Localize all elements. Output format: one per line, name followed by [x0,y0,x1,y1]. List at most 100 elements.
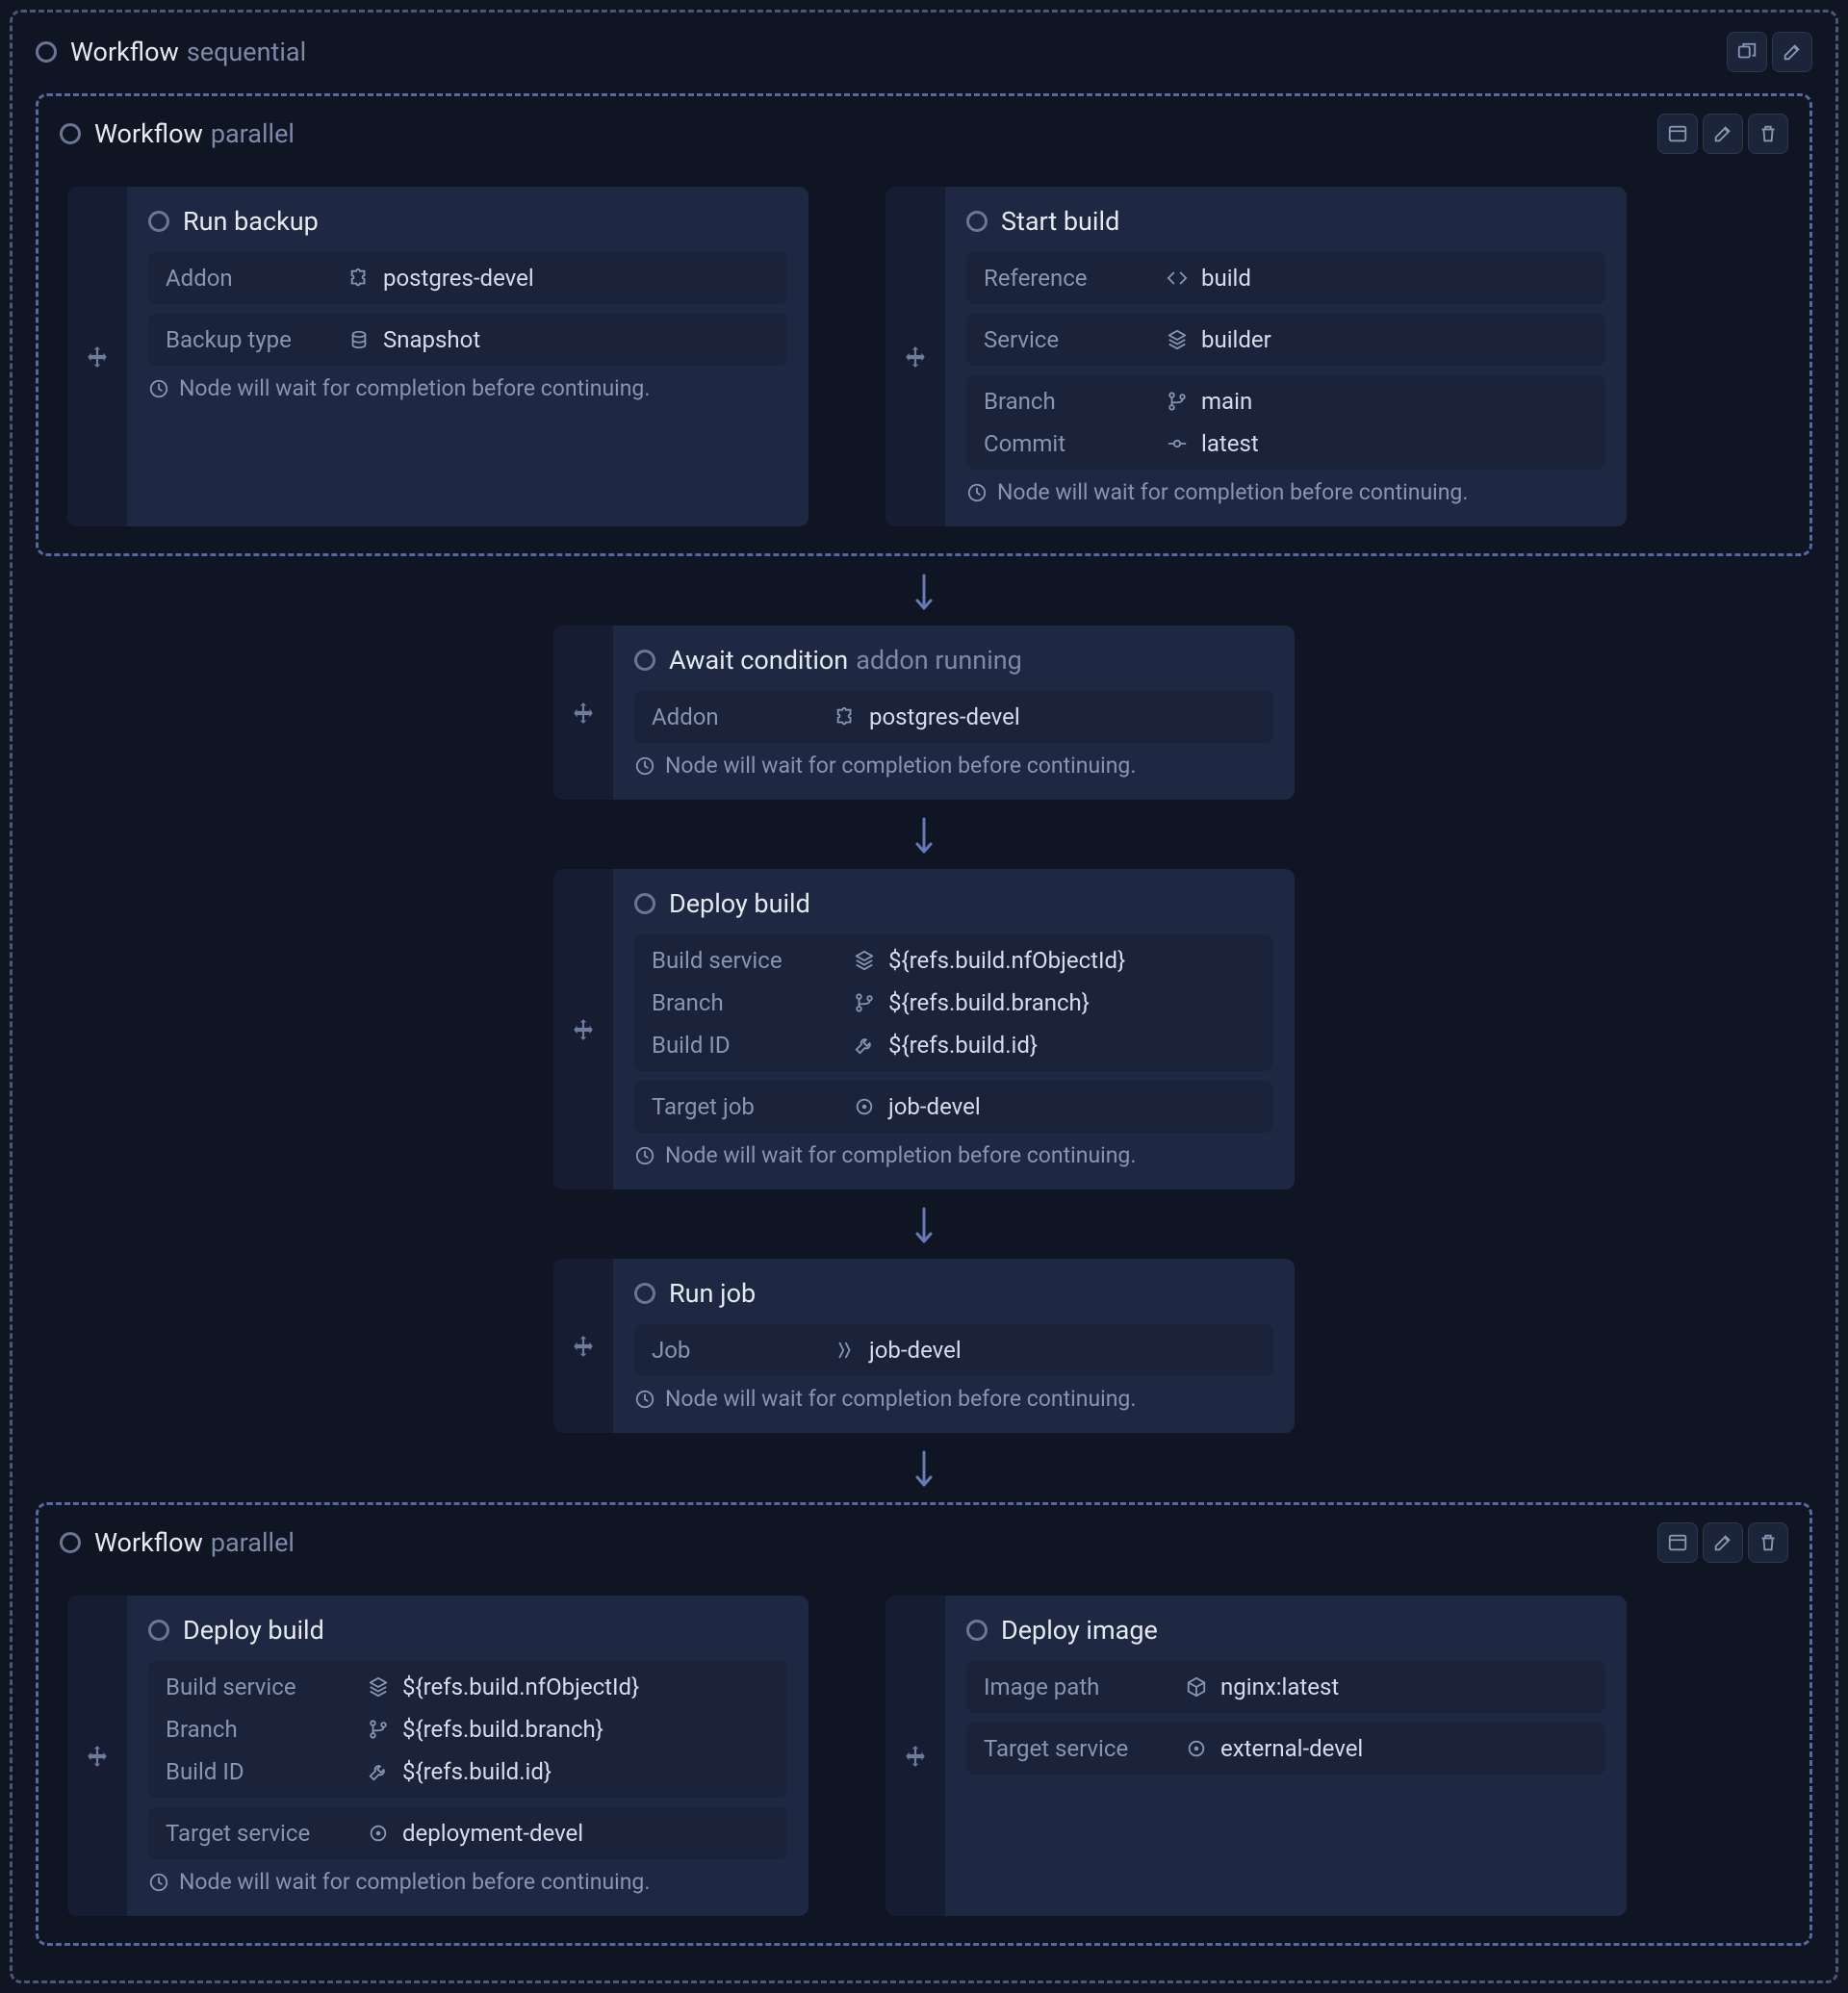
edit-button[interactable] [1703,114,1743,154]
prop-label: Backup type [166,326,348,353]
target-icon [1186,1738,1207,1759]
card-deploy-build-2[interactable]: Deploy build Build service ${refs.build.… [67,1596,808,1916]
workflow-subtitle: sequential [187,37,306,67]
target-icon [854,1096,875,1117]
commit-icon [1167,433,1188,454]
workflow-subtitle: parallel [211,1527,295,1558]
prop-value: ${refs.build.id} [402,1758,552,1785]
prop-value: ${refs.build.branch} [888,989,1090,1016]
prop-value: Snapshot [383,326,480,353]
status-ring-icon [634,1283,655,1304]
wait-note: Node will wait for completion before con… [148,1869,787,1895]
card-run-backup[interactable]: Run backup Addon postgres-devel Backup t… [67,187,808,526]
prop-value: postgres-devel [869,703,1020,730]
card-deploy-image[interactable]: Deploy image Image path nginx:latest Tar… [886,1596,1627,1916]
layers-icon [368,1676,389,1698]
prop-label: Branch [166,1716,368,1743]
prop-value: deployment-devel [402,1820,583,1847]
workflow-subtitle: parallel [211,118,295,149]
branch-icon [1167,391,1188,412]
workflow-title: Workflow [70,37,179,67]
arrow-down-icon [36,556,1812,626]
run-icon [834,1340,856,1361]
card-await-condition[interactable]: Await condition addon running Addon post… [553,626,1295,800]
prop-label: Branch [984,388,1167,415]
prop-label: Target service [166,1820,368,1847]
prop-label: Commit [984,430,1167,457]
window-button[interactable] [1657,114,1698,154]
drag-handle[interactable] [886,187,945,526]
status-ring-icon [966,211,988,232]
drag-handle[interactable] [67,187,127,526]
workflow-title: Workflow [94,1527,203,1558]
prop-value: job-devel [869,1337,962,1364]
prop-label: Target service [984,1735,1186,1762]
wrench-icon [368,1761,389,1782]
card-subtitle: addon running [856,645,1022,676]
prop-value: ${refs.build.id} [888,1032,1038,1059]
prop-value: ${refs.build.nfObjectId} [888,947,1125,974]
drag-handle[interactable] [67,1596,127,1916]
prop-value: job-devel [888,1093,981,1120]
wait-note: Node will wait for completion before con… [148,375,787,401]
prop-label: Service [984,326,1167,353]
prop-value: ${refs.build.nfObjectId} [402,1674,639,1700]
puzzle-icon [348,268,370,289]
layers-icon [1167,329,1188,350]
prop-label: Build ID [166,1758,368,1785]
prop-value: main [1201,388,1252,415]
drag-handle[interactable] [553,869,613,1189]
status-ring-icon [634,893,655,914]
puzzle-icon [834,706,856,728]
prop-value: nginx:latest [1220,1674,1339,1700]
prop-label: Build service [652,947,854,974]
edit-button[interactable] [1772,32,1812,72]
card-title: Run job [669,1278,756,1309]
wrench-icon [854,1035,875,1056]
database-icon [348,329,370,350]
prop-value: external-devel [1220,1735,1363,1762]
card-title: Run backup [183,206,319,237]
prop-label: Build service [166,1674,368,1700]
wait-note: Node will wait for completion before con… [634,753,1273,779]
prop-label: Build ID [652,1032,854,1059]
prop-value: ${refs.build.branch} [402,1716,603,1743]
status-ring-icon [634,650,655,671]
card-deploy-build-1[interactable]: Deploy build Build service ${refs.build.… [553,869,1295,1189]
status-ring-icon [60,123,81,144]
windows-button[interactable] [1727,32,1767,72]
card-title: Deploy build [669,888,810,919]
arrow-down-icon [36,1189,1812,1259]
card-title: Start build [1001,206,1119,237]
wait-note: Node will wait for completion before con… [634,1386,1273,1412]
arrow-down-icon [36,1433,1812,1502]
delete-button[interactable] [1748,1522,1788,1563]
prop-value: postgres-devel [383,265,534,292]
prop-value: builder [1201,326,1271,353]
card-title: Deploy build [183,1615,324,1646]
code-icon [1167,268,1188,289]
card-start-build[interactable]: Start build Reference build Service [886,187,1627,526]
drag-handle[interactable] [553,1259,613,1433]
prop-value: latest [1201,430,1259,457]
prop-label: Branch [652,989,854,1016]
edit-button[interactable] [1703,1522,1743,1563]
prop-label: Job [652,1337,834,1364]
workflow-parallel-1: Workflow parallel Run backup [36,93,1812,556]
prop-value: build [1201,265,1251,292]
status-ring-icon [60,1532,81,1553]
card-title: Deploy image [1001,1615,1158,1646]
wait-note: Node will wait for completion before con… [966,479,1605,505]
card-run-job[interactable]: Run job Job job-devel Node will wait for… [553,1259,1295,1433]
delete-button[interactable] [1748,114,1788,154]
drag-handle[interactable] [886,1596,945,1916]
window-button[interactable] [1657,1522,1698,1563]
workflow-parallel-2: Workflow parallel Deploy build [36,1502,1812,1946]
drag-handle[interactable] [553,626,613,800]
workflow-sequential: Workflow sequential Workflow parallel [10,10,1838,1983]
status-ring-icon [966,1620,988,1641]
prop-label: Addon [166,265,348,292]
workflow-title: Workflow [94,118,203,149]
status-ring-icon [148,1620,169,1641]
status-ring-icon [148,211,169,232]
